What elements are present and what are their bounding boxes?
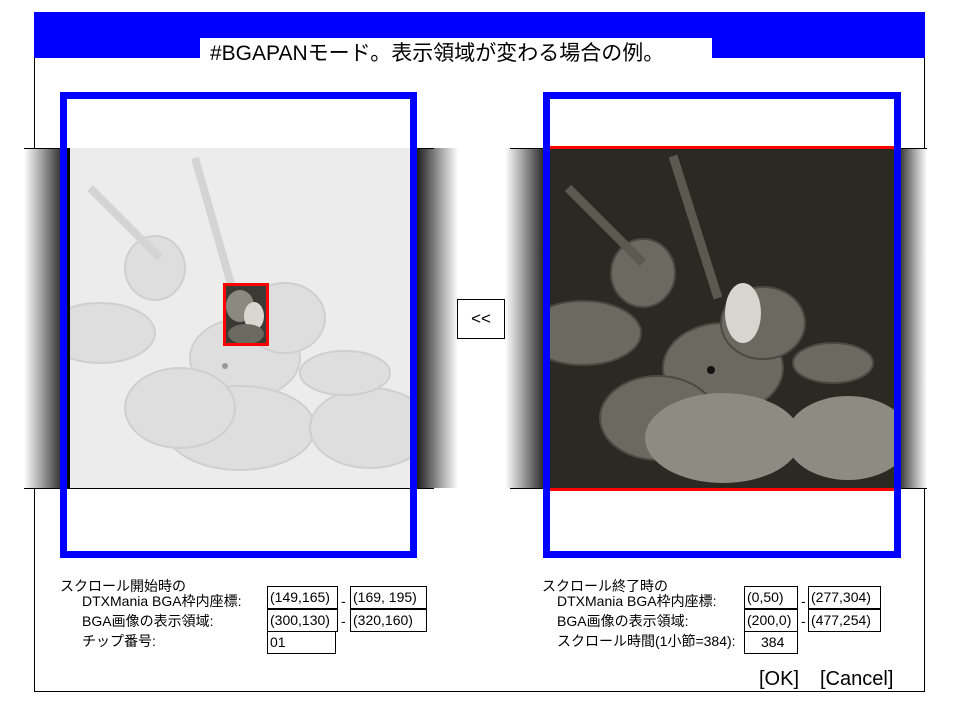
start-frame-from-field[interactable]: (149,165)	[267, 586, 338, 609]
start-frame-to-field[interactable]: (169, 195)	[350, 586, 427, 609]
end-frame-to-field[interactable]: (277,304)	[808, 586, 881, 609]
start-frame-separator: -	[341, 593, 346, 609]
end-area-to-field[interactable]: (477,254)	[808, 609, 881, 632]
end-area-label: BGA画像の表示領域:	[557, 613, 689, 629]
end-bga-frame	[543, 92, 901, 558]
end-frame-from-field[interactable]: (0,50)	[744, 586, 798, 609]
start-heading: スクロール開始時の	[60, 578, 186, 594]
start-bga-frame	[60, 92, 417, 558]
dialog-title: #BGAPANモード。表示領域が変わる場合の例。	[200, 38, 712, 70]
end-heading: スクロール終了時の	[542, 578, 668, 594]
start-area-label: BGA画像の表示領域:	[82, 613, 214, 629]
start-area-separator: -	[341, 613, 346, 629]
start-frame-label: DTXMania BGA枠内座標:	[82, 593, 242, 609]
start-area-from-field[interactable]: (300,130)	[267, 609, 338, 632]
ok-button[interactable]: [OK]	[759, 668, 799, 691]
end-frame-separator: -	[801, 593, 806, 609]
end-area-separator: -	[801, 613, 806, 629]
end-frame-label: DTXMania BGA枠内座標:	[557, 593, 717, 609]
left-gradient-right	[412, 148, 458, 488]
end-time-field[interactable]: 384	[744, 631, 798, 654]
start-area-to-field[interactable]: (320,160)	[350, 609, 427, 632]
copy-left-button[interactable]: <<	[457, 299, 505, 339]
start-chip-field[interactable]: 01	[267, 631, 336, 654]
start-chip-label: チップ番号:	[82, 633, 156, 649]
cancel-button[interactable]: [Cancel]	[820, 668, 893, 691]
end-area-from-field[interactable]: (200,0)	[744, 609, 798, 632]
end-time-label: スクロール時間(1小節=384):	[557, 633, 736, 649]
